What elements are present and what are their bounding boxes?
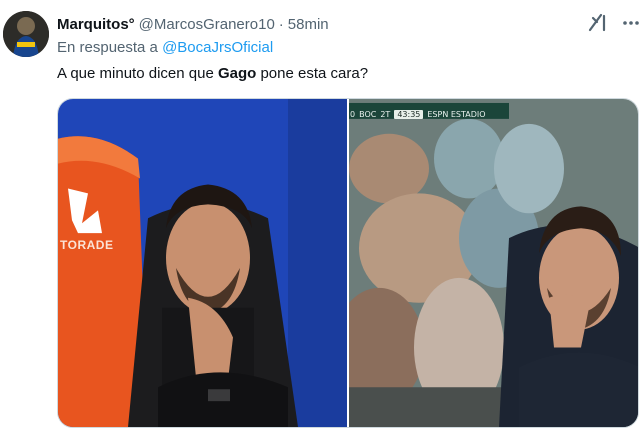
author-avatar[interactable] <box>3 11 49 57</box>
photo-right-image <box>349 99 638 427</box>
avatar-image <box>3 11 49 57</box>
scorebug-home-team: BOC <box>359 109 377 119</box>
author-handle[interactable]: @MarcosGranero10 <box>139 16 275 33</box>
more-options-icon[interactable] <box>621 12 641 34</box>
grok-icon[interactable] <box>587 12 609 34</box>
reply-context: En respuesta a @BocaJrsOficial <box>57 39 273 56</box>
gatorade-text: TORADE <box>60 238 114 252</box>
tweet-text: A que minuto dicen que Gago pone esta ca… <box>57 65 368 82</box>
media-photo-left[interactable]: TORADE <box>58 99 347 427</box>
author-name[interactable]: Marquitos <box>57 16 129 33</box>
scorebug: 0 BOC 2T 43:35 ESPN ESTADIO <box>350 107 490 121</box>
scorebug-half: 2T <box>380 109 391 119</box>
scorebug-home-score: 0 <box>350 109 356 119</box>
author-badge: ° <box>128 15 135 33</box>
reply-prefix: En respuesta a <box>57 39 158 56</box>
media-photo-right[interactable]: 0 BOC 2T 43:35 ESPN ESTADIO <box>349 99 638 427</box>
tweet-time[interactable]: 58min <box>288 16 329 33</box>
tweet-text-before: A que minuto dicen que <box>57 65 218 82</box>
tweet-header: Marquitos ° @MarcosGranero10 · 58min <box>57 13 329 35</box>
scorebug-extra: ESPN ESTADIO <box>427 109 486 119</box>
separator-dot: · <box>278 15 284 33</box>
tweet-text-bold: Gago <box>217 65 257 82</box>
media-grid: TORADE 0 BOC 2T 43:35 ESPN ESTADIO <box>57 98 639 428</box>
tweet-text-after: pone esta cara? <box>256 65 369 82</box>
scorebug-clock: 43:35 <box>394 109 424 119</box>
photo-left-image <box>58 99 347 427</box>
reply-mention-link[interactable]: @BocaJrsOficial <box>162 39 273 56</box>
